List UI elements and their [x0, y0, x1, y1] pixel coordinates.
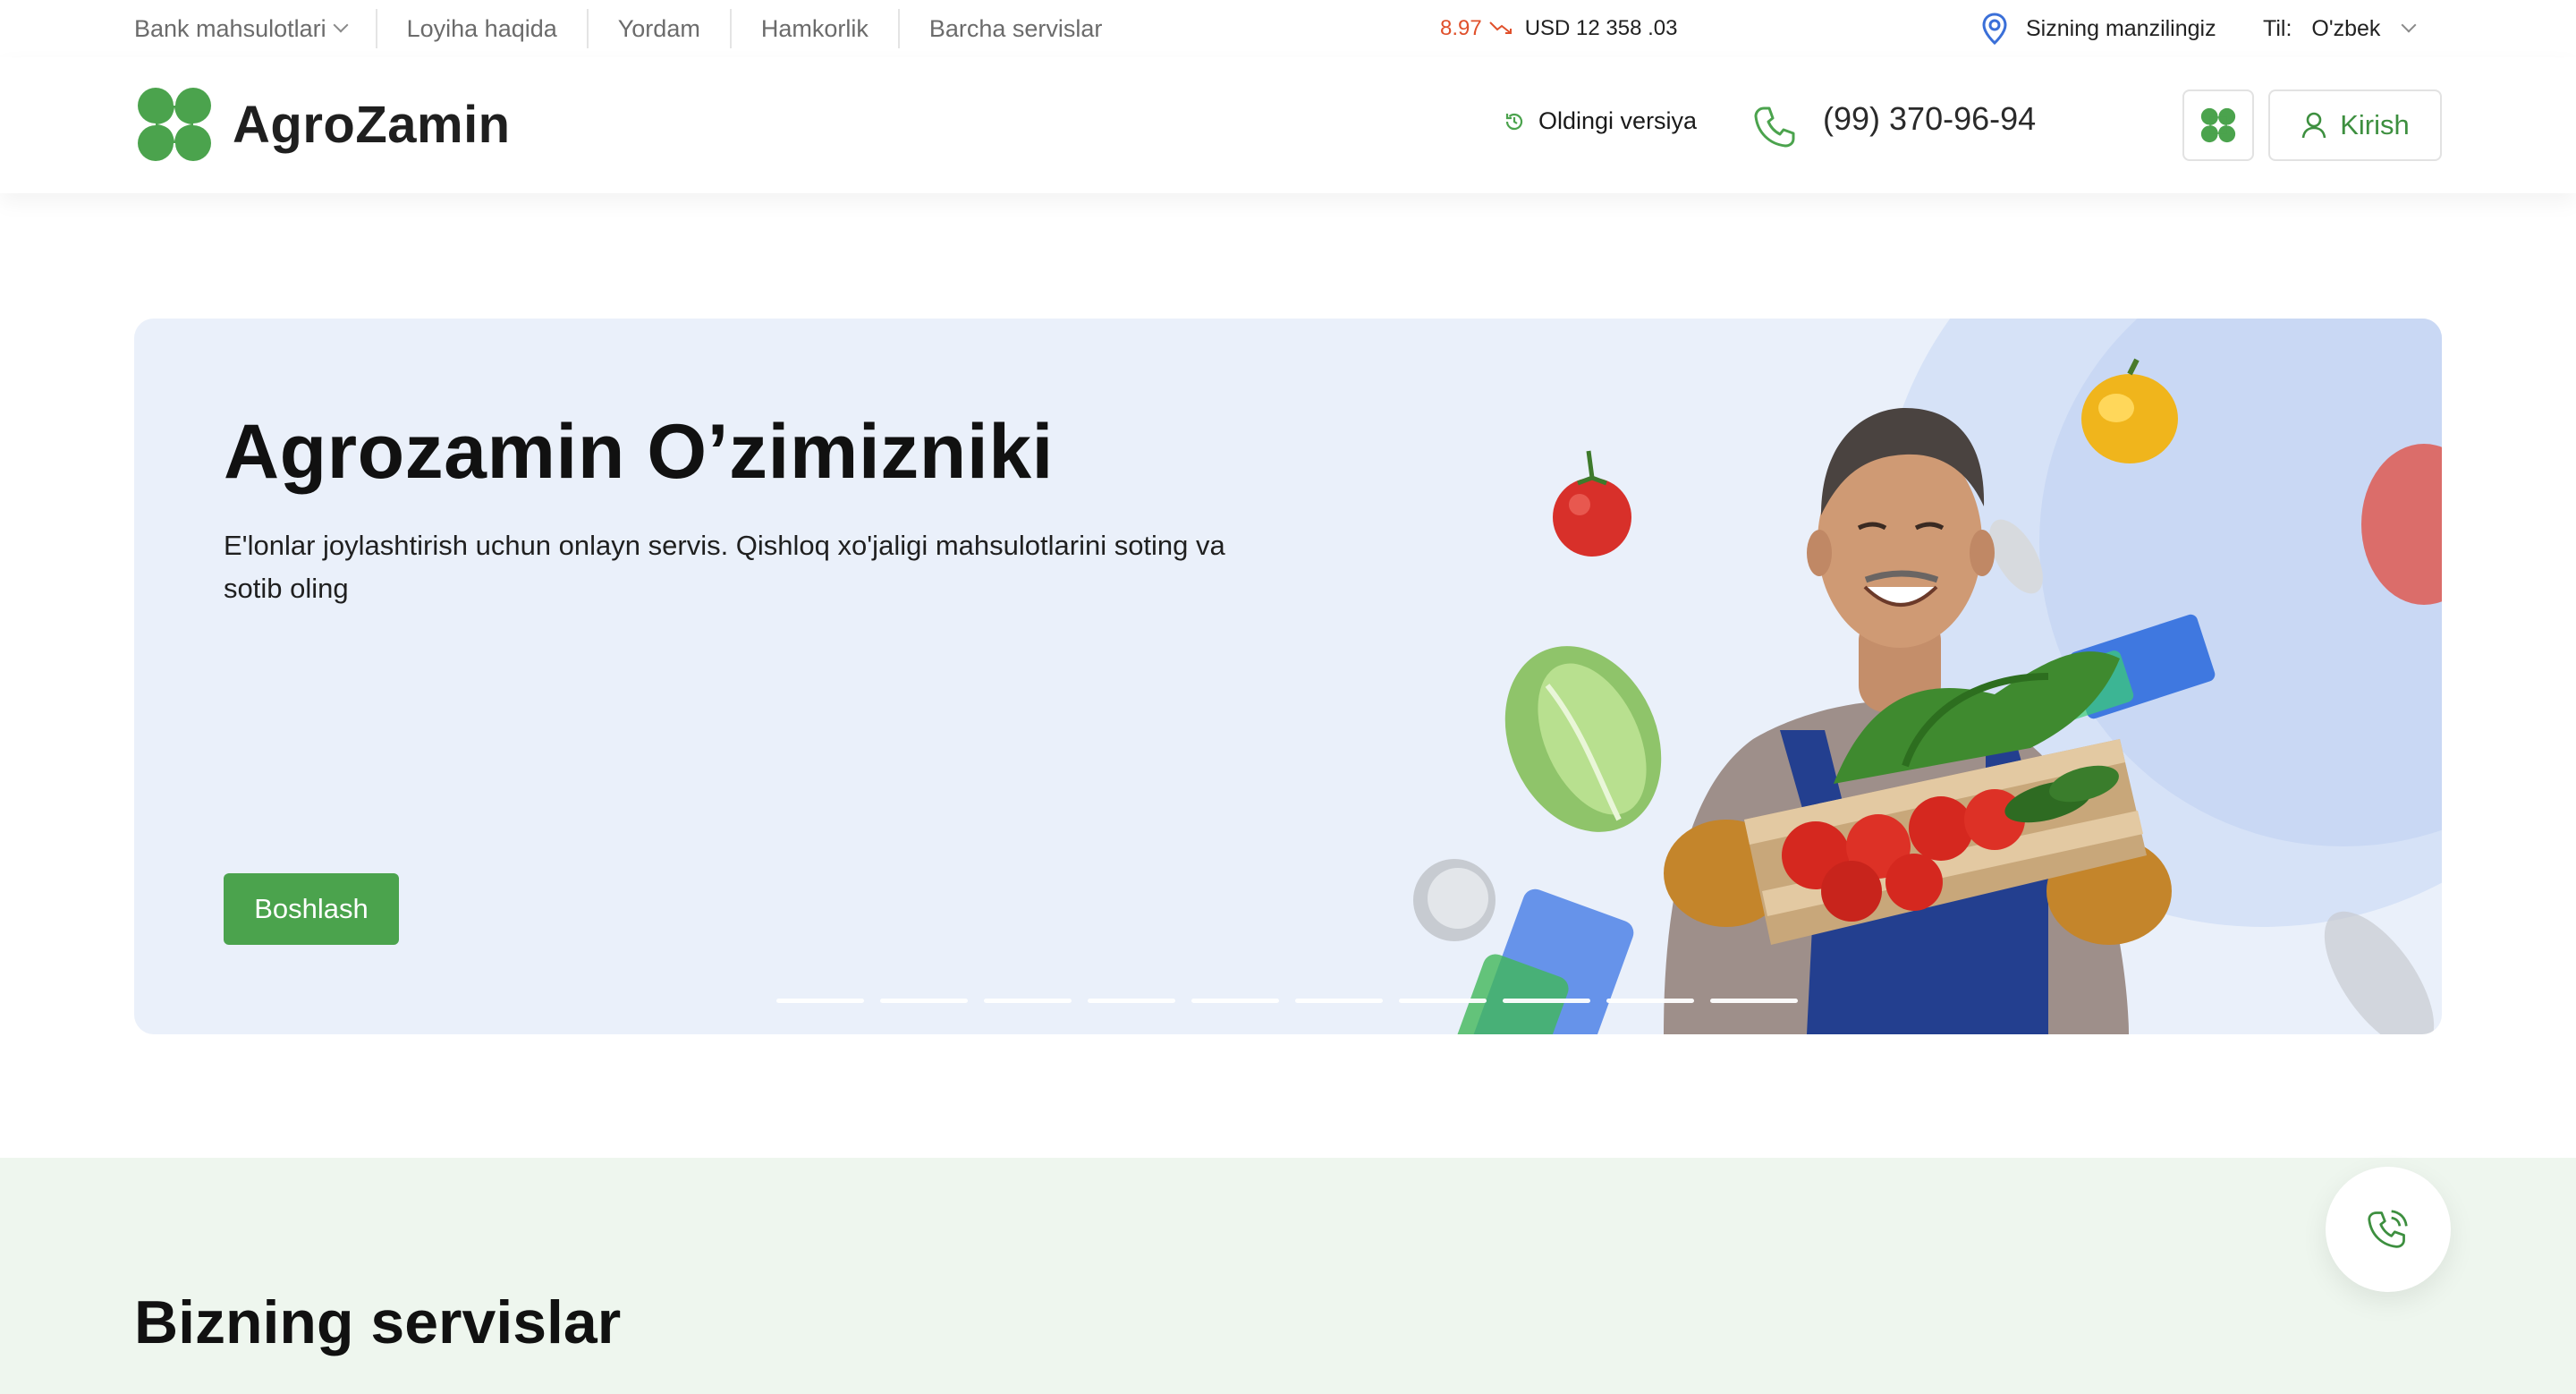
- phone-call-icon: [2368, 1210, 2408, 1248]
- phone-icon: [1754, 106, 1795, 148]
- previous-version-label: Oldingi versiya: [1538, 107, 1698, 134]
- nav-about-project[interactable]: Loyiha haqida: [377, 9, 589, 48]
- previous-version-link[interactable]: Oldingi versiya: [1503, 107, 1697, 135]
- nav-partnership[interactable]: Hamkorlik: [732, 9, 900, 48]
- apps-grid-icon: [2200, 107, 2236, 143]
- slide-dot[interactable]: [1088, 999, 1175, 1003]
- logo-text: AgroZamin: [233, 95, 511, 154]
- logo[interactable]: AgroZamin: [134, 84, 511, 165]
- nav-all-services[interactable]: Barcha servislar: [900, 9, 1132, 48]
- history-icon: [1505, 113, 1523, 130]
- nav-bank-products-label: Bank mahsulotlari: [134, 14, 326, 42]
- top-nav: Bank mahsulotlari Loyiha haqida Yordam H…: [134, 0, 1131, 57]
- nav-about-label: Loyiha haqida: [406, 14, 557, 42]
- rate-change: 8.97: [1440, 16, 1482, 40]
- currency-rate: 8.97 USD 12 358 .03: [1440, 0, 1678, 57]
- slider-pagination: [776, 999, 1814, 1003]
- location-label: Sizning manzilingiz: [2026, 15, 2216, 41]
- hero-illustration: [1413, 319, 2442, 1034]
- slide-dot[interactable]: [1295, 999, 1383, 1003]
- map-pin-icon: [1982, 13, 2007, 45]
- lettuce-icon: [1504, 646, 1662, 832]
- trend-down-icon: [1489, 17, 1513, 40]
- nav-partnership-label: Hamkorlik: [760, 14, 869, 42]
- start-button[interactable]: Boshlash: [224, 873, 399, 945]
- chevron-down-icon: [2401, 17, 2417, 33]
- tomato-icon: [1553, 450, 1631, 557]
- hero-title: Agrozamin O’zimizniki: [224, 409, 1054, 495]
- slide-dot[interactable]: [880, 999, 968, 1003]
- agrozamin-logo-icon: [138, 88, 211, 161]
- slide-dot[interactable]: [984, 999, 1072, 1003]
- slide-dot[interactable]: [1503, 999, 1590, 1003]
- user-icon: [2301, 112, 2326, 139]
- nav-bank-products[interactable]: Bank mahsulotlari: [134, 9, 377, 48]
- hero-description: E'lonlar joylashtirish uchun onlayn serv…: [224, 530, 1225, 604]
- services-section: Bizning servislar: [0, 1158, 2576, 1394]
- login-label: Kirish: [2340, 109, 2410, 140]
- services-title: Bizning servislar: [134, 1288, 622, 1356]
- slide-dot[interactable]: [1191, 999, 1279, 1003]
- main-header: AgroZamin Oldingi versiya (99) 370-96-94…: [0, 57, 2576, 193]
- rate-value: USD 12 358 .03: [1524, 16, 1678, 40]
- slide-dot[interactable]: [1399, 999, 1487, 1003]
- nav-all-services-label: Barcha servislar: [928, 14, 1103, 42]
- login-button[interactable]: Kirish: [2268, 89, 2442, 161]
- phone-number[interactable]: (99) 370-96-94: [1823, 100, 2036, 138]
- slide-dot[interactable]: [1606, 999, 1694, 1003]
- slide-dot[interactable]: [1710, 999, 1798, 1003]
- language-value: O'zbek: [2311, 15, 2381, 41]
- top-bar: Bank mahsulotlari Loyiha haqida Yordam H…: [0, 0, 2576, 57]
- apps-button[interactable]: [2182, 89, 2254, 161]
- nav-help-label: Yordam: [617, 14, 700, 42]
- tin-lid-icon: [1413, 859, 1496, 941]
- hero-banner: Agrozamin O’zimizniki E'lonlar joylashti…: [134, 319, 2442, 1034]
- language-label: Til:: [2263, 15, 2292, 41]
- slide-dot[interactable]: [776, 999, 864, 1003]
- chevron-down-icon: [333, 17, 349, 33]
- language-selector[interactable]: Til: O'zbek: [2263, 0, 2417, 57]
- location-selector[interactable]: Sizning manzilingiz: [1981, 0, 2216, 57]
- nav-help[interactable]: Yordam: [589, 9, 732, 48]
- call-button[interactable]: [2326, 1167, 2451, 1292]
